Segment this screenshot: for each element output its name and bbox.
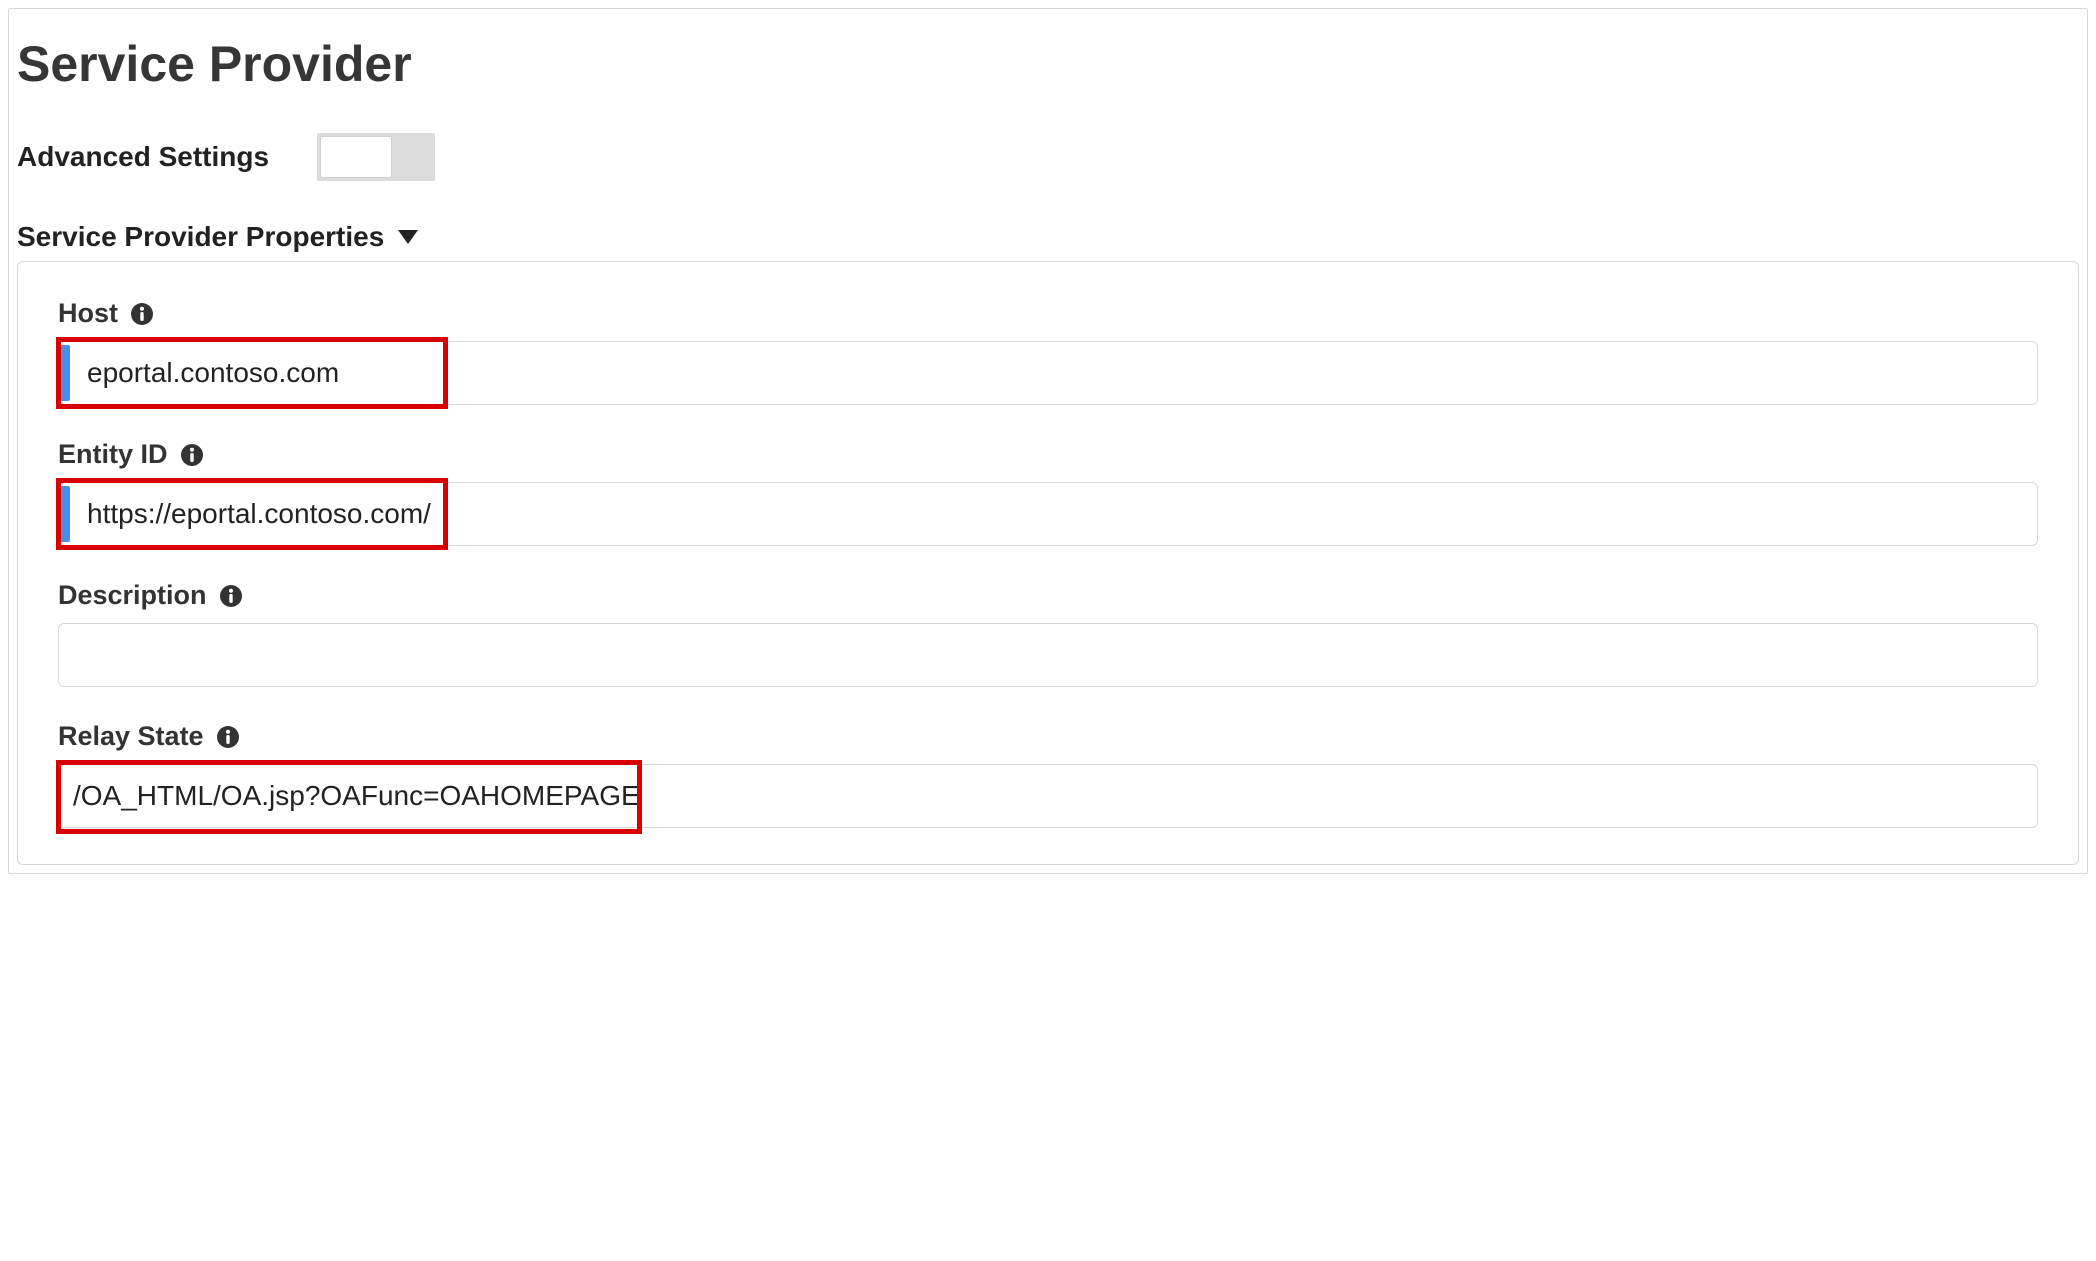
page-container: Service Provider Advanced Settings Servi… [8,8,2088,874]
advanced-settings-label: Advanced Settings [17,141,269,173]
field-description: Description [58,580,2038,687]
info-icon[interactable] [180,443,204,467]
host-input-wrap [58,341,2038,405]
description-input-wrap [58,623,2038,687]
entity-id-label: Entity ID [58,439,168,470]
field-label-row: Description [58,580,2038,611]
field-label-row: Relay State [58,721,2038,752]
relay-state-input[interactable] [58,764,2038,828]
entity-id-input-wrap [58,482,2038,546]
info-icon[interactable] [130,302,154,326]
page-title: Service Provider [9,27,2087,93]
entity-id-input[interactable] [58,482,2038,546]
field-entity-id: Entity ID [58,439,2038,546]
properties-panel: Host Entity ID [17,261,2079,865]
advanced-settings-row: Advanced Settings [9,133,2087,221]
focus-bar [60,345,70,401]
field-label-row: Entity ID [58,439,2038,470]
section-header[interactable]: Service Provider Properties [9,221,2087,261]
description-label: Description [58,580,207,611]
caret-down-icon [398,230,418,244]
info-icon[interactable] [216,725,240,749]
relay-state-input-wrap [58,764,2038,828]
toggle-knob [320,136,392,178]
info-icon[interactable] [219,584,243,608]
advanced-settings-toggle[interactable] [317,133,435,181]
host-input[interactable] [58,341,2038,405]
description-input[interactable] [58,623,2038,687]
section-title: Service Provider Properties [17,221,384,253]
field-host: Host [58,298,2038,405]
focus-bar [60,486,70,542]
host-label: Host [58,298,118,329]
field-relay-state: Relay State [58,721,2038,828]
field-label-row: Host [58,298,2038,329]
relay-state-label: Relay State [58,721,204,752]
